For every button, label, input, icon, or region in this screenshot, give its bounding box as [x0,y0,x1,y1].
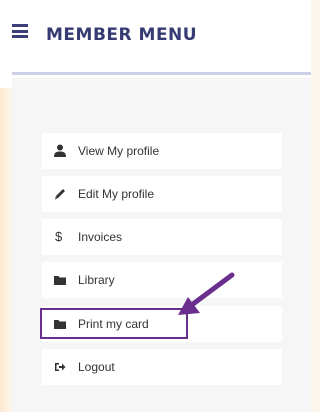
folder-icon [54,273,66,287]
menu-item-view-profile[interactable]: View My profile [42,133,282,169]
menu-item-invoices[interactable]: $ Invoices [42,219,282,255]
menu-item-label: Edit My profile [78,187,155,201]
menu-item-label: Library [78,273,115,287]
hamburger-icon[interactable] [12,24,28,38]
user-icon [54,144,66,158]
menu-item-logout[interactable]: Logout [42,349,282,385]
menu-item-library[interactable]: Library [42,262,282,298]
menu-item-label: View My profile [78,144,160,158]
folder-icon [54,317,66,331]
pencil-icon [54,187,66,201]
page-title: MEMBER MENU [46,25,198,45]
dollar-icon: $ [55,229,63,244]
menu-item-label: Invoices [78,230,123,244]
header-divider [12,72,311,75]
menu-item-label: Logout [78,360,115,374]
menu-item-print-card[interactable]: Print my card [42,306,282,342]
header: MEMBER MENU [0,0,311,88]
menu-item-label: Print my card [78,317,149,331]
logout-icon [54,360,66,374]
menu-item-edit-profile[interactable]: Edit My profile [42,176,282,212]
